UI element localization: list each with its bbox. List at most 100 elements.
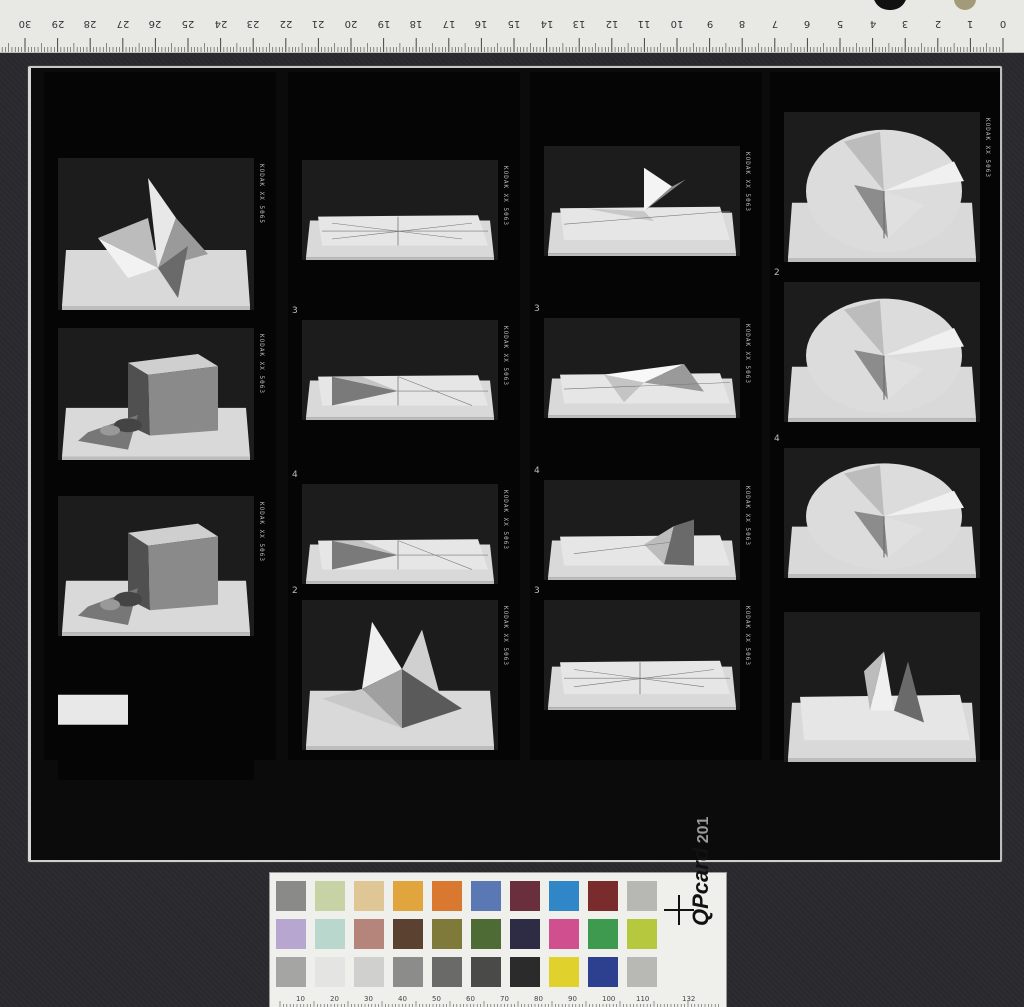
ruler-number: 11	[638, 18, 651, 29]
sculpture-photo	[58, 660, 254, 780]
photo-frame-fold1	[302, 484, 498, 584]
sculpture-photo	[302, 484, 498, 584]
card-scale-label: 90	[568, 995, 577, 1003]
film-edge-text: KODAK XX 5063	[744, 324, 751, 384]
sculpture-photo	[544, 318, 740, 418]
sculpture-photo	[302, 600, 498, 750]
film-edge-text: KODAK XX 5063	[744, 152, 751, 212]
card-scale-label: 110	[636, 995, 650, 1003]
frame-number-mark: 4	[292, 470, 298, 480]
ruler-number: 14	[540, 18, 553, 29]
ruler-number: 5	[836, 18, 844, 29]
film-edge-text: KODAK XX 5063	[744, 486, 751, 546]
film-edge-text: KODAK XX 5063	[984, 118, 991, 178]
ruler-number: 6	[804, 18, 811, 29]
sculpture-photo	[544, 480, 740, 580]
ruler-number: 28	[83, 18, 97, 29]
ruler-number: 30	[18, 18, 32, 29]
photo-frame-slit	[544, 480, 740, 580]
sculpture-photo	[784, 448, 980, 578]
ruler-number: 23	[246, 18, 260, 29]
card-scale-label: 60	[466, 995, 475, 1003]
card-scale-label: 132	[682, 995, 696, 1003]
frame-number-mark: 2	[774, 268, 780, 278]
sculpture-photo	[544, 146, 740, 256]
sculpture-photo	[784, 112, 980, 262]
sculpture-photo	[784, 612, 980, 762]
ruler-number: 17	[442, 18, 456, 29]
film-edge-text: KODAK XX 5063	[258, 502, 265, 562]
ruler-number: 29	[51, 18, 64, 29]
card-scale-label: 10	[296, 995, 305, 1003]
ruler-number: 1	[967, 18, 974, 29]
ruler-number: 4	[869, 18, 876, 29]
ruler-number: 22	[279, 18, 293, 29]
frame-number-mark: 3	[292, 306, 298, 316]
ruler-number: 0	[999, 18, 1007, 29]
frame-number-mark: 4	[774, 434, 780, 444]
ruler-number: 10	[670, 18, 684, 29]
film-edge-text: KODAK XX 5065	[258, 164, 265, 224]
ruler-number: 7	[771, 18, 778, 29]
photo-frame-disc	[784, 282, 980, 422]
color-calibration-card: 10 20 30 40 50 60 70 80 90 100 110 132	[270, 873, 726, 1007]
card-brand: QPcard 201	[688, 817, 714, 926]
card-model-number: 201	[695, 816, 712, 844]
sculpture-photo	[58, 496, 254, 636]
sculpture-photo	[302, 160, 498, 260]
film-edge-text: KODAK XX 5063	[744, 606, 751, 666]
measuring-ruler: 30 29 28 27 26 25 24 23 22 21 20 19 18 17 16 15 14 13 12 11…	[0, 0, 1024, 53]
photo-frame-cube	[58, 496, 254, 636]
card-brand-name: QPcard	[688, 847, 713, 926]
frame-number-mark: 3	[534, 304, 540, 314]
ruler-number: 2	[934, 18, 941, 29]
frame-number-mark: 3	[534, 586, 540, 596]
photo-frame-disc	[784, 112, 980, 262]
photo-frame-empty	[58, 660, 254, 780]
sculpture-photo	[58, 328, 254, 460]
film-edge-text: KODAK XX 5063	[502, 490, 509, 550]
photo-frame-cube	[58, 328, 254, 460]
card-scale-label: 40	[398, 995, 407, 1003]
sculpture-photo	[58, 158, 254, 310]
card-scale-label: 100	[602, 995, 616, 1003]
ruler-number: 13	[572, 18, 586, 29]
ruler-number: 24	[214, 18, 227, 29]
photo-frame-disc	[784, 448, 980, 578]
card-scale-label: 80	[534, 995, 543, 1003]
frame-number-mark: 2	[292, 586, 298, 596]
card-scale-label: 50	[432, 995, 441, 1003]
photo-frame-flat	[544, 600, 740, 710]
card-scale-label: 30	[364, 995, 373, 1003]
photo-frame-flat	[302, 160, 498, 260]
photo-frame-pinwheel	[544, 146, 740, 256]
ruler-number: 20	[344, 18, 358, 29]
ruler-number: 27	[116, 18, 130, 29]
film-edge-text: KODAK XX 5063	[258, 334, 265, 394]
film-edge-text: KODAK XX 5063	[502, 166, 509, 226]
film-edge-text: KODAK XX 5063	[502, 606, 509, 666]
film-edge-text: KODAK XX 5063	[502, 326, 509, 386]
card-scale-label: 70	[500, 995, 509, 1003]
ruler-number: 15	[507, 18, 521, 29]
photo-frame-fold1	[302, 320, 498, 420]
ruler-number: 18	[409, 18, 423, 29]
sculpture-photo	[784, 282, 980, 422]
photo-frame-foldStar	[302, 600, 498, 750]
ruler-number: 21	[312, 18, 325, 29]
photo-frame-cornerFold	[784, 612, 980, 762]
card-scale-label: 20	[330, 995, 339, 1003]
ruler-number: 26	[149, 18, 162, 29]
card-scale-ticks	[279, 1001, 719, 1007]
sculpture-photo	[302, 320, 498, 420]
ruler-number: 19	[377, 18, 390, 29]
ruler-number: 25	[181, 18, 195, 29]
sculpture-photo	[544, 600, 740, 710]
ruler-number: 16	[475, 18, 488, 29]
ruler-number: 3	[902, 18, 909, 29]
ruler-number: 9	[706, 18, 713, 29]
photo-frame-star	[58, 158, 254, 310]
photo-frame-pinwheel2	[544, 318, 740, 418]
ruler-number: 8	[739, 18, 746, 29]
ruler-number: 12	[605, 18, 619, 29]
